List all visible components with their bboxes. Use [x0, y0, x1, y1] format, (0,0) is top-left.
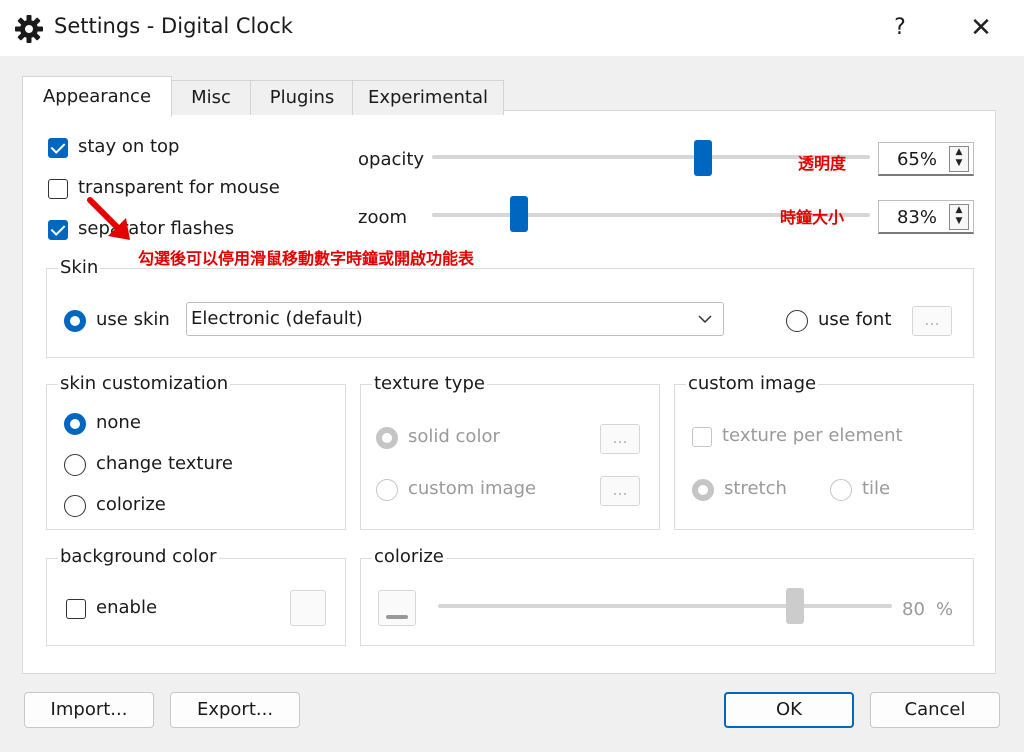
separator-flashes-checkbox[interactable] — [48, 220, 68, 240]
color-indicator-icon — [386, 615, 408, 619]
background-enable-label: enable — [96, 597, 158, 618]
tile-label: tile — [862, 478, 891, 499]
mouse-annotation-text: 勾選後可以停用滑鼠移動數字時鐘或開啟功能表 — [138, 249, 475, 268]
solid-color-radio[interactable] — [376, 427, 398, 449]
chevron-down-icon — [698, 315, 712, 324]
solid-color-label: solid color — [408, 426, 500, 447]
background-color-swatch[interactable] — [290, 590, 326, 626]
colorize-color-button[interactable] — [378, 590, 416, 626]
colorize-group — [360, 558, 974, 646]
tile-radio[interactable] — [830, 479, 852, 501]
solid-color-browse-button[interactable]: ... — [600, 424, 640, 454]
change-texture-radio[interactable] — [64, 454, 86, 476]
change-texture-label: change texture — [96, 453, 233, 474]
cancel-button[interactable]: Cancel — [870, 692, 1000, 728]
zoom-annotation-text: 時鐘大小 — [780, 208, 845, 227]
stretch-radio[interactable] — [692, 479, 714, 501]
use-skin-radio[interactable] — [64, 310, 86, 332]
use-font-radio[interactable] — [786, 310, 808, 332]
export-button[interactable]: Export... — [170, 692, 300, 728]
colorize-slider-track[interactable] — [438, 604, 892, 608]
texture-type-group — [360, 384, 660, 530]
skin-select[interactable]: Electronic (default) — [186, 302, 724, 336]
colorize-unit: % — [936, 599, 954, 620]
colorize-group-label: colorize — [372, 546, 446, 567]
zoom-value: 83% — [896, 207, 937, 228]
opacity-spin-buttons[interactable]: ▲ ▼ — [949, 146, 969, 172]
zoom-slider-thumb[interactable] — [510, 196, 528, 232]
custom-image-group-label: custom image — [686, 373, 819, 394]
skin-select-value: Electronic (default) — [191, 308, 363, 329]
texture-type-group-label: texture type — [372, 373, 487, 394]
custom-image-label: custom image — [408, 478, 537, 499]
background-color-group-label: background color — [58, 546, 219, 567]
custom-image-browse-button[interactable]: ... — [600, 476, 640, 506]
colorize-slider-thumb[interactable] — [786, 588, 804, 624]
close-button[interactable]: ✕ — [956, 6, 1006, 50]
tab-appearance[interactable]: Appearance — [22, 76, 172, 117]
background-enable-checkbox[interactable] — [66, 599, 86, 619]
stay-on-top-label: stay on top — [78, 136, 180, 157]
opacity-label: opacity — [358, 149, 425, 170]
opacity-slider-thumb[interactable] — [694, 140, 712, 176]
custom-image-group — [674, 384, 974, 530]
import-button[interactable]: Import... — [24, 692, 154, 728]
opacity-value: 65% — [896, 149, 937, 170]
colorize-label: colorize — [96, 494, 166, 515]
texture-per-element-label: texture per element — [722, 425, 903, 446]
custom-image-radio[interactable] — [376, 479, 398, 501]
none-radio[interactable] — [64, 413, 86, 435]
skin-customization-group-label: skin customization — [58, 373, 231, 394]
tab-experimental[interactable]: Experimental — [352, 80, 504, 115]
texture-per-element-checkbox[interactable] — [692, 427, 712, 447]
annotation-arrow-icon — [87, 197, 130, 240]
window-title: Settings - Digital Clock — [54, 14, 293, 38]
opacity-spinbox[interactable]: 65% ▲ ▼ — [878, 142, 974, 176]
font-browse-button[interactable]: ... — [912, 306, 952, 336]
help-button[interactable]: ? — [878, 6, 922, 50]
tab-misc[interactable]: Misc — [170, 80, 252, 115]
colorize-radio[interactable] — [64, 495, 86, 517]
none-label: none — [96, 412, 141, 433]
tab-plugins[interactable]: Plugins — [250, 80, 354, 115]
stay-on-top-checkbox[interactable] — [48, 138, 68, 158]
use-skin-label: use skin — [96, 309, 170, 330]
use-font-label: use font — [818, 309, 892, 330]
zoom-spinbox[interactable]: 83% ▲ ▼ — [878, 200, 974, 234]
ok-button[interactable]: OK — [724, 692, 854, 728]
zoom-spin-buttons[interactable]: ▲ ▼ — [949, 204, 969, 230]
stretch-label: stretch — [724, 478, 787, 499]
colorize-value: 80 — [902, 599, 925, 620]
transparent-for-mouse-checkbox[interactable] — [48, 179, 68, 199]
opacity-annotation-text: 透明度 — [798, 154, 847, 173]
zoom-label: zoom — [358, 207, 408, 228]
skin-group-label: Skin — [58, 257, 101, 278]
gear-icon — [15, 15, 43, 43]
